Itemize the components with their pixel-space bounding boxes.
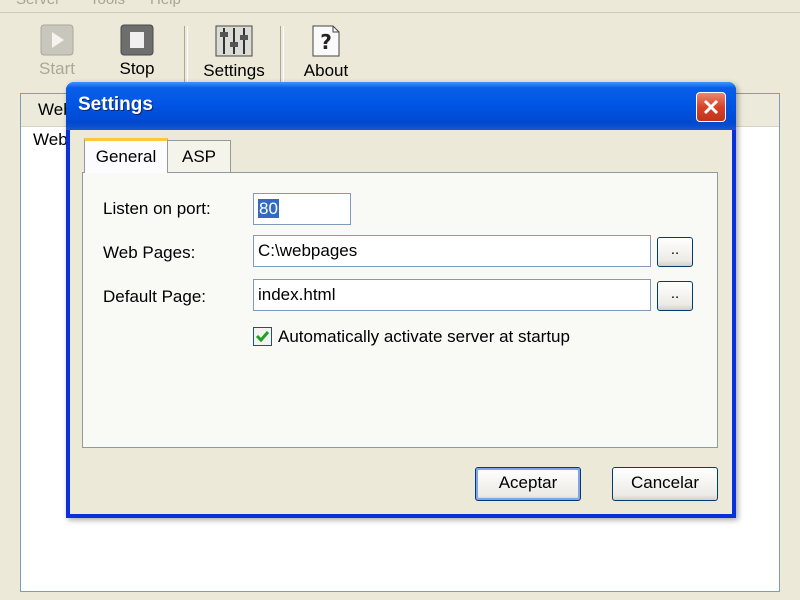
- svg-text:?: ?: [320, 30, 332, 54]
- autostart-label[interactable]: Automatically activate server at startup: [278, 327, 570, 347]
- tab-asp[interactable]: ASP: [167, 140, 231, 172]
- start-button[interactable]: Start: [34, 24, 80, 86]
- port-value: 80: [258, 199, 279, 218]
- toolbar-separator: [184, 26, 188, 84]
- accept-button[interactable]: Aceptar: [475, 467, 581, 501]
- settings-icon: [215, 25, 253, 57]
- port-input[interactable]: 80: [253, 193, 351, 225]
- close-button[interactable]: [696, 92, 726, 122]
- default-page-label: Default Page:: [103, 287, 207, 306]
- toolbar-separator: [280, 26, 284, 84]
- webpages-label: Web Pages:: [103, 243, 196, 262]
- check-icon: [255, 331, 270, 343]
- dialog-body: General ASP Listen on port: 80 Web Pages…: [70, 130, 732, 514]
- settings-dialog: Settings General ASP Listen on port: 80 …: [66, 82, 736, 518]
- settings-button[interactable]: Settings: [198, 24, 270, 86]
- default-page-value: index.html: [258, 285, 336, 304]
- toolbar: Start Stop Settings ? About: [0, 14, 800, 90]
- stop-label: Stop: [119, 59, 155, 78]
- play-icon: [40, 24, 74, 56]
- stop-icon: [120, 24, 154, 56]
- menu-bar: Server Tools Help: [0, 0, 800, 13]
- menu-server[interactable]: Server: [16, 0, 60, 8]
- browse-webpages-button[interactable]: ..: [657, 237, 693, 267]
- stop-button[interactable]: Stop: [114, 24, 160, 86]
- settings-label: Settings: [203, 61, 265, 80]
- close-icon: [703, 99, 719, 115]
- about-button[interactable]: ? About: [300, 24, 352, 86]
- autostart-checkbox[interactable]: [253, 327, 272, 346]
- help-icon: ?: [312, 25, 340, 57]
- cancel-button[interactable]: Cancelar: [612, 467, 718, 501]
- list-item[interactable]: Web: [33, 130, 68, 150]
- tab-general[interactable]: General: [84, 138, 168, 173]
- general-tab-panel: Listen on port: 80 Web Pages: C:\webpage…: [82, 172, 718, 448]
- dialog-title: Settings: [78, 94, 153, 115]
- webpages-value: C:\webpages: [258, 241, 358, 260]
- menu-tools[interactable]: Tools: [90, 0, 125, 8]
- about-label: About: [303, 61, 349, 80]
- dialog-titlebar[interactable]: Settings: [66, 82, 736, 130]
- port-label: Listen on port:: [103, 199, 211, 218]
- browse-default-page-button[interactable]: ..: [657, 281, 693, 311]
- default-page-input[interactable]: index.html: [253, 279, 651, 311]
- webpages-input[interactable]: C:\webpages: [253, 235, 651, 267]
- menu-help[interactable]: Help: [150, 0, 181, 8]
- start-label: Start: [39, 59, 75, 78]
